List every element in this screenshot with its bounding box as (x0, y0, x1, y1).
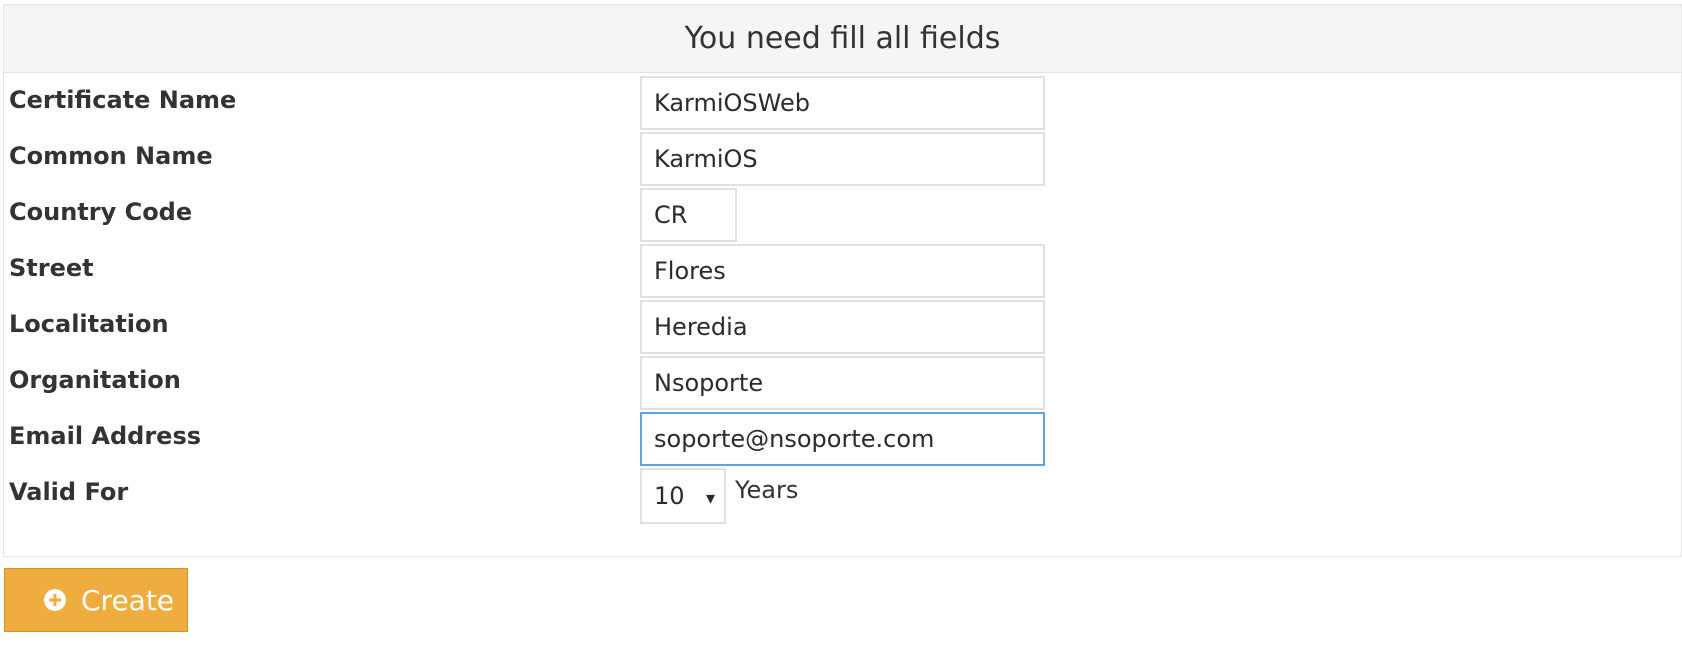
valid-for-unit: Years (735, 476, 799, 504)
form-row-certificate-name: Certificate Name (4, 72, 1681, 132)
form-title: You need fill all fields (684, 21, 1001, 56)
country-code-input[interactable] (640, 188, 737, 242)
valid-for-label: Valid For (9, 478, 129, 506)
organitation-label: Organitation (9, 366, 181, 394)
valid-for-selected-value: 10 (654, 482, 685, 510)
form-row-localitation: Localitation (4, 296, 1681, 356)
localitation-label: Localitation (9, 310, 169, 338)
organitation-input[interactable] (640, 356, 1045, 410)
certificate-form-panel: You need fill all fields Certificate Nam… (3, 4, 1682, 557)
form-row-country-code: Country Code (4, 184, 1681, 244)
certificate-name-label: Certificate Name (9, 86, 237, 114)
email-address-input[interactable] (640, 412, 1045, 466)
create-button[interactable]: Create (4, 568, 188, 632)
street-input[interactable] (640, 244, 1045, 298)
certificate-name-input[interactable] (640, 76, 1045, 130)
valid-for-select[interactable]: 10 ▾ (640, 468, 726, 524)
common-name-label: Common Name (9, 142, 213, 170)
country-code-label: Country Code (9, 198, 193, 226)
common-name-input[interactable] (640, 132, 1045, 186)
localitation-input[interactable] (640, 300, 1045, 354)
chevron-down-icon: ▾ (705, 488, 715, 509)
plus-circle-icon (44, 589, 66, 611)
create-button-label: Create (81, 583, 175, 617)
form-row-valid-for: Valid For 10 ▾ Years (4, 464, 1681, 524)
form-row-organitation: Organitation (4, 352, 1681, 412)
form-row-email-address: Email Address (4, 408, 1681, 468)
form-header: You need fill all fields (4, 5, 1681, 73)
form-row-common-name: Common Name (4, 128, 1681, 188)
street-label: Street (9, 254, 94, 282)
email-address-label: Email Address (9, 422, 202, 450)
form-row-street: Street (4, 240, 1681, 300)
